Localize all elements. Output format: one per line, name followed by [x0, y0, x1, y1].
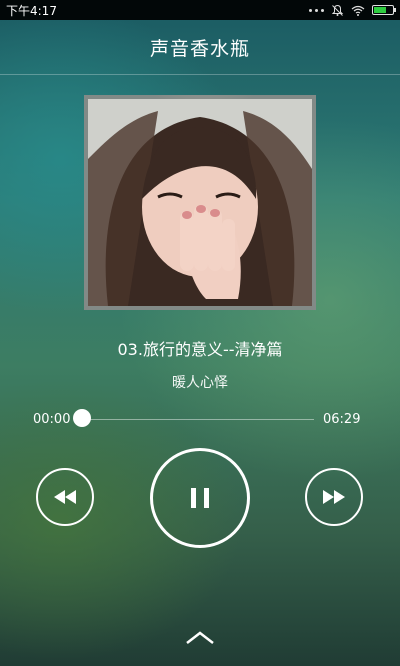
fast-forward-button[interactable]: [305, 468, 363, 526]
mute-icon: [331, 4, 344, 16]
progress-thumb[interactable]: [73, 409, 91, 427]
page-title-bar: 声音香水瓶: [0, 20, 400, 74]
battery-icon: [372, 5, 396, 15]
fast-forward-icon: [323, 490, 345, 504]
rewind-icon: [54, 490, 76, 504]
title-divider: [0, 74, 400, 75]
artist-name: 暖人心怿: [172, 375, 228, 391]
album-cover-image: [84, 95, 316, 310]
status-bar: 下午4:17: [0, 0, 400, 20]
total-time: 06:29: [323, 412, 361, 427]
album-cover-illustration: [88, 99, 312, 306]
expand-playlist-button[interactable]: [184, 628, 216, 648]
more-dots-icon: [309, 8, 324, 12]
status-icons: [309, 4, 396, 17]
chevron-up-icon: [186, 631, 214, 644]
progress-track[interactable]: [82, 419, 314, 420]
status-time: 下午4:17: [6, 3, 57, 18]
current-time: 00:00: [33, 412, 71, 427]
song-title: 03.旅行的意义--清净篇: [117, 340, 283, 359]
rewind-button[interactable]: [36, 468, 94, 526]
pause-icon: [191, 488, 209, 508]
wifi-icon: [351, 5, 365, 16]
page-title: 声音香水瓶: [149, 37, 250, 60]
pause-button[interactable]: [150, 448, 250, 548]
battery-level: [374, 7, 386, 13]
